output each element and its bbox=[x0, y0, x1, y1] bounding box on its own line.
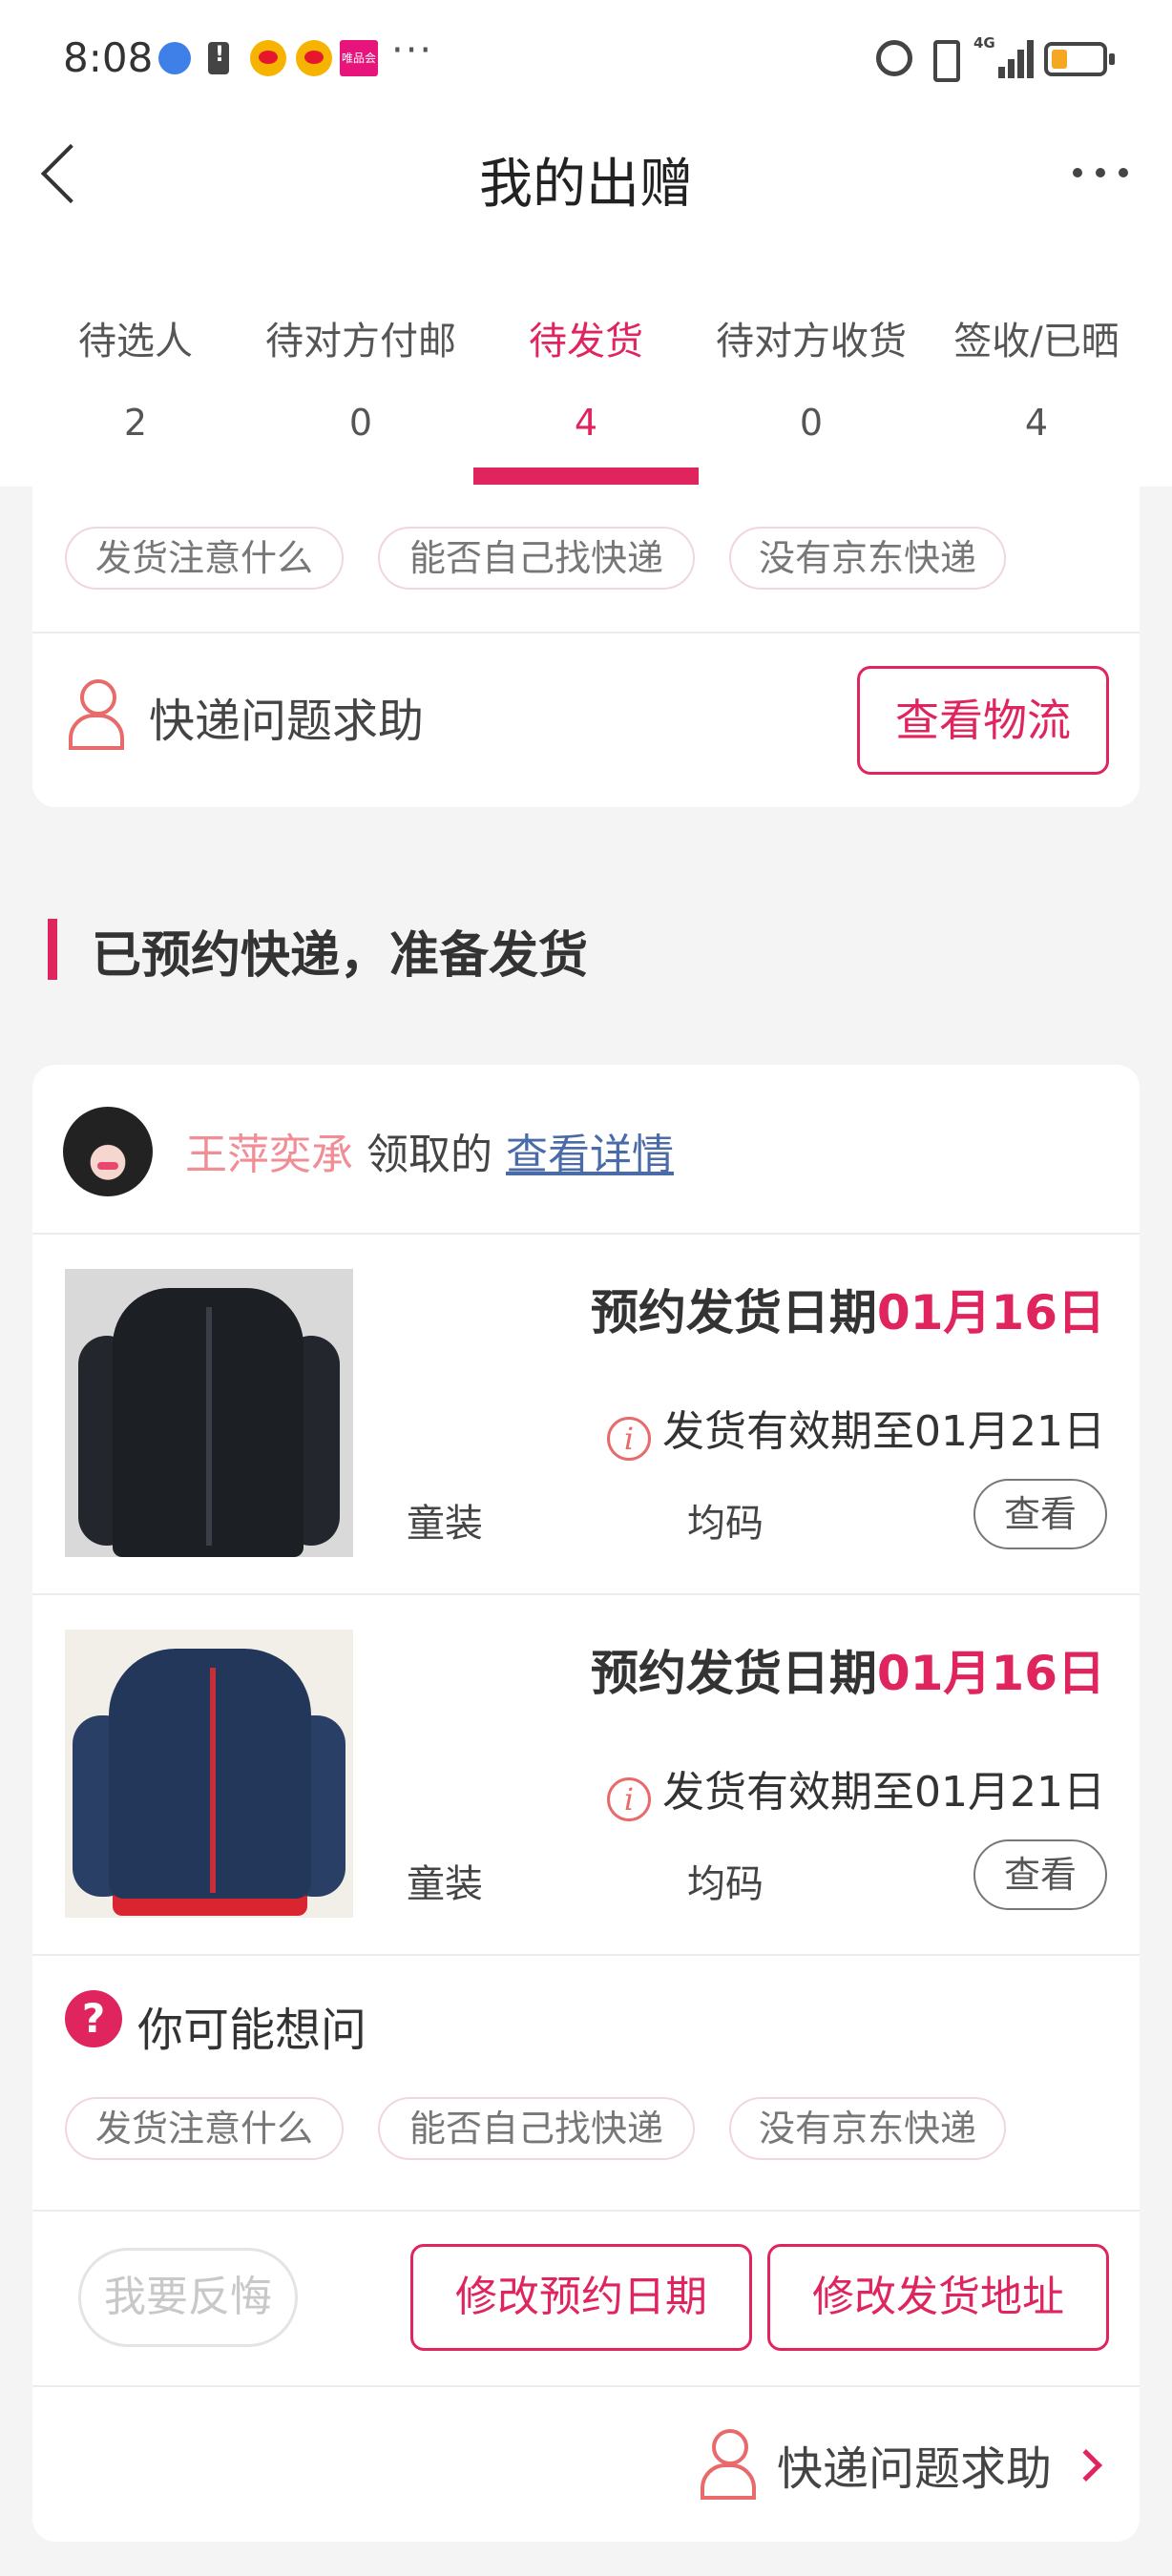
receiver-line: 王萍奕承 领取的 查看详情 bbox=[185, 1120, 674, 1181]
avatar[interactable] bbox=[63, 1107, 153, 1196]
regret-button[interactable]: 我要反悔 bbox=[78, 2248, 298, 2347]
more-dots-icon bbox=[1073, 168, 1082, 177]
globe-icon bbox=[158, 42, 191, 74]
scheduled-ship-date: 预约发货日期01月16日 bbox=[591, 1635, 1105, 1704]
signal-icon: 4G bbox=[973, 34, 1034, 78]
tab-pending-shipment[interactable]: 待发货 4 bbox=[473, 291, 699, 487]
more-options-button[interactable] bbox=[1067, 153, 1134, 191]
scheduled-ship-date: 预约发货日期01月16日 bbox=[591, 1275, 1105, 1343]
faq-title: 你可能想问 bbox=[137, 2004, 367, 2057]
previous-order-card: 发货注意什么 能否自己找快递 没有京东快递 快递问题求助 查看物流 bbox=[32, 487, 1140, 807]
faq-chip[interactable]: 发货注意什么 bbox=[65, 2097, 344, 2160]
question-icon: ? bbox=[65, 1990, 122, 2047]
faq-chip[interactable]: 没有京东快递 bbox=[729, 527, 1006, 590]
tab-pending-postage[interactable]: 待对方付邮 0 bbox=[248, 291, 473, 487]
item-size: 均码 bbox=[687, 1502, 764, 1546]
title-bar: 我的出赠 bbox=[0, 114, 1172, 239]
tab-label: 待选人 bbox=[78, 320, 193, 364]
view-logistics-button[interactable]: 查看物流 bbox=[857, 666, 1109, 775]
item-category: 童装 bbox=[407, 1862, 483, 1906]
status-more-icon: ··· bbox=[391, 29, 434, 73]
info-icon: i bbox=[607, 1777, 652, 1821]
tab-count: 0 bbox=[348, 402, 373, 444]
validity-text: 发货有效期至01月21日 bbox=[662, 1407, 1105, 1456]
tab-label: 签收/已晒 bbox=[953, 320, 1120, 364]
modify-date-button[interactable]: 修改预约日期 bbox=[410, 2244, 752, 2351]
network-type: 4G bbox=[973, 34, 995, 52]
faq-chip[interactable]: 发货注意什么 bbox=[65, 527, 344, 590]
validity-text: 发货有效期至01月21日 bbox=[662, 1768, 1105, 1817]
date-value: 01月16日 bbox=[876, 1646, 1105, 1701]
status-tabs: 待选人 2 待对方付邮 0 待发货 4 待对方收货 0 签收/已晒 4 bbox=[0, 291, 1172, 487]
chevron-right-icon bbox=[1070, 2449, 1102, 2482]
tab-label: 待发货 bbox=[529, 320, 643, 364]
tab-count: 4 bbox=[1024, 402, 1049, 444]
action-row: 我要反悔 修改预约日期 修改发货地址 bbox=[32, 2210, 1140, 2385]
status-time: 8:08 bbox=[63, 34, 154, 81]
faq-chip[interactable]: 能否自己找快递 bbox=[378, 527, 695, 590]
item-size: 均码 bbox=[687, 1862, 764, 1906]
ship-validity: i 发货有效期至01月21日 bbox=[607, 1397, 1105, 1461]
express-help-row[interactable]: 快递问题求助 bbox=[32, 2385, 1140, 2542]
date-label: 预约发货日期 bbox=[590, 1646, 877, 1701]
express-help-link[interactable]: 快递问题求助 bbox=[149, 683, 424, 750]
battery-warning-icon bbox=[208, 42, 229, 74]
tab-pending-selection[interactable]: 待选人 2 bbox=[23, 291, 248, 487]
info-icon: i bbox=[607, 1417, 652, 1461]
vibrate-icon bbox=[924, 38, 962, 82]
page-title: 我的出赠 bbox=[479, 154, 693, 216]
active-tab-indicator bbox=[473, 467, 699, 485]
faq-chip[interactable]: 没有京东快递 bbox=[729, 2097, 1006, 2160]
tab-pending-receipt[interactable]: 待对方收货 0 bbox=[699, 291, 924, 487]
modify-address-button[interactable]: 修改发货地址 bbox=[767, 2244, 1109, 2351]
tab-count: 2 bbox=[123, 402, 148, 444]
gift-item: 预约发货日期01月16日 i 发货有效期至01月21日 童装 均码 查看 bbox=[32, 1235, 1140, 1593]
tab-label: 待对方收货 bbox=[716, 320, 907, 364]
status-bar: 8:08 唯品会 ··· 4G bbox=[0, 0, 1172, 114]
item-image-black-jacket[interactable] bbox=[65, 1269, 353, 1557]
person-icon bbox=[67, 679, 124, 750]
section-title: 已预约快递，准备发货 bbox=[92, 927, 589, 985]
view-item-button[interactable]: 查看 bbox=[973, 1479, 1107, 1549]
tab-count: 0 bbox=[799, 402, 824, 444]
tab-count: 4 bbox=[574, 402, 598, 444]
person-icon bbox=[699, 2429, 756, 2500]
date-label: 预约发货日期 bbox=[590, 1285, 877, 1340]
divider bbox=[32, 632, 1140, 634]
receiver-suffix: 领取的 bbox=[366, 1131, 492, 1179]
faq-chip[interactable]: 能否自己找快递 bbox=[378, 2097, 695, 2160]
tab-received[interactable]: 签收/已晒 4 bbox=[924, 291, 1149, 487]
gift-item: 预约发货日期01月16日 i 发货有效期至01月21日 童装 均码 查看 bbox=[32, 1595, 1140, 1954]
weibo-icon bbox=[250, 40, 286, 76]
order-card: 王萍奕承 领取的 查看详情 预约发货日期01月16日 i 发货有效期至01月21日 童… bbox=[32, 1065, 1140, 2542]
battery-icon bbox=[1044, 42, 1115, 76]
view-item-button[interactable]: 查看 bbox=[973, 1839, 1107, 1910]
item-category: 童装 bbox=[407, 1502, 483, 1546]
weibo-icon bbox=[296, 40, 332, 76]
alarm-icon bbox=[876, 40, 912, 76]
ship-validity: i 发货有效期至01月21日 bbox=[607, 1757, 1105, 1821]
express-help-link[interactable]: 快递问题求助 bbox=[777, 2431, 1052, 2498]
date-value: 01月16日 bbox=[876, 1285, 1105, 1340]
section-accent-bar bbox=[48, 919, 57, 980]
view-details-link[interactable]: 查看详情 bbox=[506, 1131, 674, 1179]
item-image-navy-jacket[interactable] bbox=[65, 1630, 353, 1918]
promo-app-icon: 唯品会 bbox=[340, 40, 378, 76]
tab-label: 待对方付邮 bbox=[265, 320, 456, 364]
faq-section: ? 你可能想问 发货注意什么 能否自己找快递 没有京东快递 bbox=[32, 1952, 1140, 2210]
receiver-row: 王萍奕承 领取的 查看详情 bbox=[32, 1065, 1140, 1233]
receiver-name[interactable]: 王萍奕承 bbox=[185, 1131, 353, 1179]
